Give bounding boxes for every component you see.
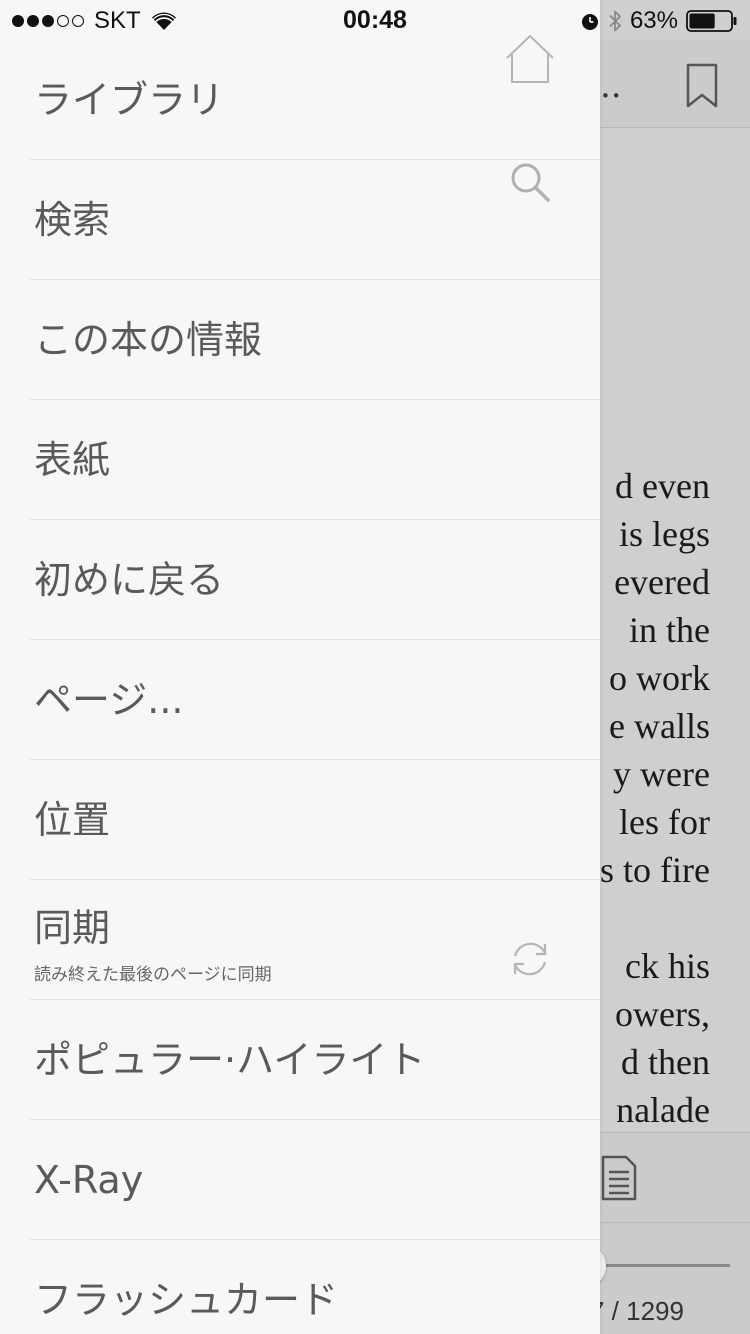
menu-item-label: 表紙 <box>34 438 111 482</box>
search-icon <box>511 163 550 202</box>
drawer-menu: ライブラリ 検索 この本の情報 表紙 初めに戻る ページ... 位置 同期 読み… <box>0 40 600 1334</box>
menu-item-label: 同期 <box>34 906 111 950</box>
menu-item-label: X-Ray <box>34 1158 144 1202</box>
menu-item-location[interactable]: 位置 <box>0 760 600 880</box>
menu-item-label: 検索 <box>34 198 111 242</box>
menu-item-x-ray[interactable]: X-Ray <box>0 1120 600 1240</box>
divider <box>600 1222 750 1223</box>
page-slider-track[interactable] <box>600 1264 730 1267</box>
menu-item-label: 位置 <box>34 798 111 842</box>
alarm-icon <box>581 14 598 30</box>
reader-top-bar <box>600 40 750 128</box>
menu-item-flashcards[interactable]: フラッシュカード <box>0 1240 600 1334</box>
reader-title: .. <box>600 66 622 106</box>
navigation-drawer: ライブラリ 検索 この本の情報 表紙 初めに戻る ページ... 位置 同期 読み… <box>0 0 600 1334</box>
menu-item-label: ポピュラー·ハイライト <box>34 1038 426 1082</box>
menu-item-label: ページ... <box>34 678 184 722</box>
menu-item-cover[interactable]: 表紙 <box>0 400 600 520</box>
bookmark-icon[interactable] <box>684 62 720 110</box>
menu-item-go-to-beginning[interactable]: 初めに戻る <box>0 520 600 640</box>
bluetooth-icon <box>609 10 621 32</box>
page-count: 7 / 1299 <box>590 1296 684 1326</box>
battery-icon <box>686 10 737 32</box>
menu-item-label: フラッシュカード <box>34 1278 339 1322</box>
page-view-icon[interactable] <box>600 1154 638 1202</box>
battery-percent: 63% <box>629 7 678 34</box>
menu-item-sublabel: 読み終えた最後のページに同期 <box>34 965 272 985</box>
sync-icon <box>513 942 547 976</box>
menu-item-label: この本の情報 <box>34 318 263 362</box>
menu-item-label: ライブラリ <box>34 78 225 122</box>
status-bar: SKT 00:48 63% <box>0 0 750 40</box>
menu-item-book-info[interactable]: この本の情報 <box>0 280 600 400</box>
home-icon <box>506 34 554 83</box>
menu-item-label: 初めに戻る <box>34 558 225 602</box>
menu-item-popular-highlights[interactable]: ポピュラー·ハイライト <box>0 1000 600 1120</box>
menu-item-page[interactable]: ページ... <box>0 640 600 760</box>
status-right: 63% <box>580 7 738 35</box>
